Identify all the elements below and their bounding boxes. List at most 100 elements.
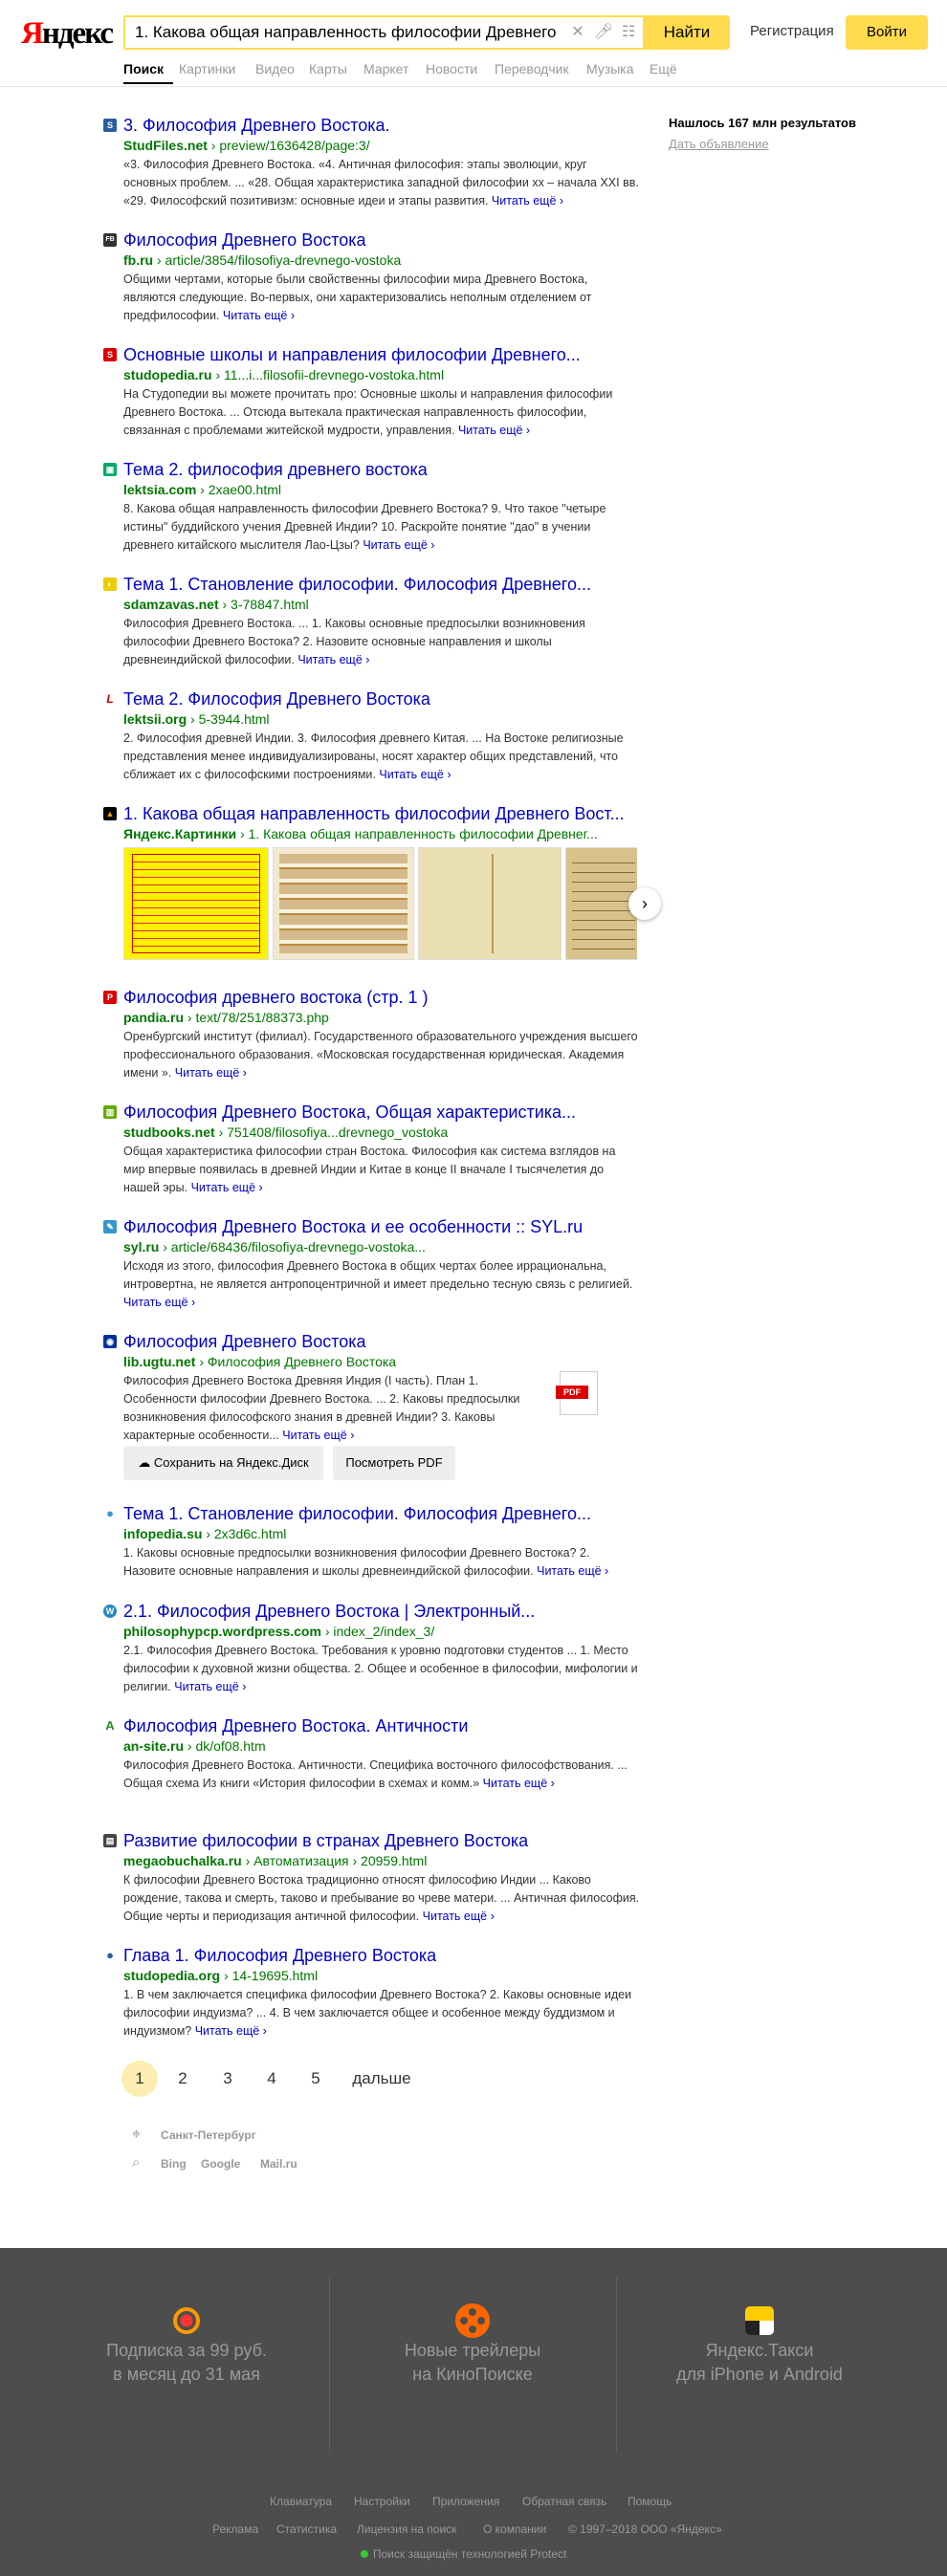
result-title[interactable]: Тема 1. Становление философии. Философия…: [123, 1503, 659, 1524]
yandex-logo[interactable]: Яндекс: [4, 13, 114, 54]
plus-icon: [169, 2303, 204, 2338]
microphone-icon[interactable]: 🎤︎: [594, 23, 613, 42]
tab-search[interactable]: Поиск: [123, 61, 164, 76]
read-more-link[interactable]: Читать ещё ›: [175, 1066, 247, 1080]
result-title[interactable]: Тема 1. Становление философии. Философия…: [123, 574, 659, 595]
favicon-icon: A: [103, 1719, 117, 1733]
footer-link-apps[interactable]: Приложения: [432, 2495, 499, 2508]
search-button[interactable]: Найти: [644, 15, 730, 50]
advertise-link[interactable]: Дать объявление: [669, 137, 769, 151]
result-title[interactable]: Философия Древнего Востока и ее особенно…: [123, 1216, 659, 1237]
footer-link-about[interactable]: О компании: [483, 2522, 546, 2536]
tab-video[interactable]: Видео: [255, 61, 295, 76]
gallery-next-button[interactable]: ›: [628, 887, 661, 920]
tab-music[interactable]: Музыка: [586, 61, 634, 76]
result-path: › 11...i...filosofii-drevnego-vostoka.ht…: [215, 367, 445, 382]
result-url[interactable]: studbooks.net: [123, 1124, 215, 1140]
result-path: › article/3854/filosofiya-drevnego-vosto…: [157, 252, 402, 268]
footer-link-feedback[interactable]: Обратная связь: [522, 2495, 606, 2508]
engine-mailru[interactable]: Mail.ru: [260, 2157, 297, 2171]
result-url[interactable]: fb.ru: [123, 252, 153, 268]
result-url[interactable]: philosophypcp.wordpress.com: [123, 1624, 321, 1639]
register-link[interactable]: Регистрация: [750, 23, 834, 39]
region-link[interactable]: Санкт-Петербург: [161, 2128, 256, 2142]
image-thumbnail[interactable]: [273, 847, 414, 960]
logo-ya: Я: [21, 16, 44, 51]
favicon-icon: S: [103, 119, 117, 132]
read-more-link[interactable]: Читать ещё ›: [191, 1181, 263, 1194]
read-more-link[interactable]: Читать ещё ›: [195, 2024, 267, 2038]
result-title[interactable]: Философия древнего востока (стр. 1 ): [123, 987, 659, 1008]
search-input[interactable]: [135, 17, 556, 48]
result-title[interactable]: Философия Древнего Востока, Общая характ…: [123, 1102, 659, 1123]
result-title[interactable]: Глава 1. Философия Древнего Востока: [123, 1945, 659, 1966]
result-title[interactable]: 1. Какова общая направленность философии…: [123, 803, 659, 824]
favicon-icon: ▣: [103, 463, 117, 476]
result-url[interactable]: Яндекс.Картинки: [123, 826, 236, 841]
image-thumbnail[interactable]: [418, 847, 562, 960]
footer-link-license[interactable]: Лицензия на поиск: [357, 2522, 456, 2536]
result-title[interactable]: Тема 2. философия древнего востока: [123, 459, 659, 480]
tab-market[interactable]: Маркет: [363, 61, 408, 76]
read-more-link[interactable]: Читать ещё ›: [223, 309, 295, 322]
next-page-link[interactable]: дальше: [343, 2061, 420, 2097]
read-more-link[interactable]: Читать ещё ›: [297, 653, 369, 666]
page-4[interactable]: 4: [253, 2061, 290, 2097]
read-more-link[interactable]: Читать ещё ›: [492, 194, 563, 207]
result-title[interactable]: Основные школы и направления философии Д…: [123, 344, 659, 365]
result-title[interactable]: Развитие философии в странах Древнего Во…: [123, 1830, 659, 1851]
footer-link-keyboard[interactable]: Клавиатура: [270, 2495, 332, 2508]
image-gallery: [123, 847, 637, 960]
read-more-link[interactable]: Читать ещё ›: [123, 1296, 195, 1309]
result-title[interactable]: Философия Древнего Востока. Античности: [123, 1715, 659, 1736]
result-url[interactable]: lib.ugtu.net: [123, 1354, 195, 1369]
keyboard-icon[interactable]: ☷: [619, 23, 638, 42]
clear-icon[interactable]: ✕: [568, 23, 587, 42]
page-1[interactable]: 1: [121, 2061, 158, 2097]
footer-link-help[interactable]: Помощь: [628, 2495, 672, 2508]
read-more-link[interactable]: Читать ещё ›: [174, 1680, 246, 1693]
page-5[interactable]: 5: [297, 2061, 334, 2097]
result-title[interactable]: Философия Древнего Востока: [123, 229, 659, 251]
footer-link-ads[interactable]: Реклама: [212, 2522, 258, 2536]
page-3[interactable]: 3: [209, 2061, 246, 2097]
read-more-link[interactable]: Читать ещё ›: [379, 768, 451, 781]
result-url[interactable]: lektsii.org: [123, 711, 187, 727]
tab-news[interactable]: Новости: [426, 61, 477, 76]
engine-google[interactable]: Google: [201, 2157, 240, 2171]
result-url[interactable]: studopedia.org: [123, 1968, 220, 1983]
login-button[interactable]: Войти: [846, 15, 928, 50]
result-url[interactable]: an-site.ru: [123, 1738, 184, 1754]
result-url[interactable]: syl.ru: [123, 1239, 159, 1255]
save-to-disk-button[interactable]: ☁ Сохранить на Яндекс.Диск: [123, 1446, 323, 1480]
result-url[interactable]: pandia.ru: [123, 1010, 184, 1025]
read-more-link[interactable]: Читать ещё ›: [282, 1429, 354, 1442]
image-thumbnail[interactable]: [123, 847, 269, 960]
image-thumbnail[interactable]: [565, 847, 637, 960]
read-more-link[interactable]: Читать ещё ›: [483, 1777, 555, 1790]
read-more-link[interactable]: Читать ещё ›: [423, 1910, 495, 1923]
result-title[interactable]: Философия Древнего Востока: [123, 1331, 659, 1352]
result-url[interactable]: studopedia.ru: [123, 367, 212, 382]
footer-link-stats[interactable]: Статистика: [276, 2522, 337, 2536]
result-url[interactable]: lektsia.com: [123, 482, 196, 497]
tab-translate[interactable]: Переводчик: [495, 61, 569, 76]
footer-link-settings[interactable]: Настройки: [354, 2495, 410, 2508]
page-2[interactable]: 2: [165, 2061, 201, 2097]
tab-more[interactable]: Ещё: [650, 61, 677, 76]
view-pdf-button[interactable]: Посмотреть PDF: [333, 1446, 455, 1480]
result-title[interactable]: 3. Философия Древнего Востока.: [123, 115, 659, 136]
read-more-link[interactable]: Читать ещё ›: [458, 424, 530, 437]
tab-images[interactable]: Картинки: [179, 61, 235, 76]
tab-maps[interactable]: Карты: [309, 61, 347, 76]
result-url[interactable]: StudFiles.net: [123, 138, 208, 153]
result-title[interactable]: Тема 2. Философия Древнего Востока: [123, 688, 659, 709]
result-url[interactable]: sdamzavas.net: [123, 597, 219, 612]
result-url[interactable]: infopedia.su: [123, 1526, 202, 1541]
read-more-link[interactable]: Читать ещё ›: [363, 538, 434, 552]
pdf-icon[interactable]: PDF: [556, 1371, 598, 1415]
read-more-link[interactable]: Читать ещё ›: [537, 1564, 608, 1578]
result-title[interactable]: 2.1. Философия Древнего Востока | Электр…: [123, 1601, 659, 1622]
engine-bing[interactable]: Bing: [161, 2157, 187, 2171]
result-url[interactable]: megaobuchalka.ru: [123, 1853, 242, 1868]
